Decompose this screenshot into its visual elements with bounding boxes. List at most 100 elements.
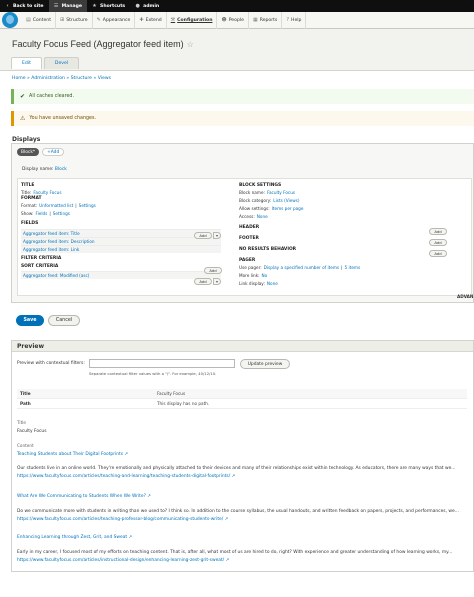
- menu-help[interactable]: ? Help: [282, 11, 307, 29]
- access-key: Access:: [239, 213, 255, 219]
- pager-link[interactable]: Display a specified number of items: [264, 265, 339, 270]
- title-key: Title:: [21, 189, 32, 195]
- access-link[interactable]: None: [257, 214, 268, 219]
- update-preview-button[interactable]: Update preview: [240, 359, 290, 369]
- menu-structure[interactable]: ⊞ Structure: [56, 11, 93, 29]
- admin-menu: ▤ Content ⊞ Structure ✎ Appearance ✚ Extend …: [0, 11, 474, 29]
- cancel-button[interactable]: Cancel: [48, 315, 80, 326]
- item-1-title-link[interactable]: Teaching Students about Their Digital Fo…: [17, 452, 123, 457]
- filter-section-heading: FILTER CRITERIA: [21, 256, 62, 261]
- item-2-text: Do we communicate more with students in …: [17, 508, 459, 514]
- reports-icon: ▦: [252, 17, 258, 23]
- add-display-button[interactable]: +Add: [42, 148, 65, 156]
- warning-message: ⚠ You have unsaved changes.: [11, 111, 474, 126]
- more-link-value[interactable]: No: [262, 273, 268, 278]
- menu-extend-label: Extend: [145, 17, 162, 23]
- menu-people[interactable]: ☻ People: [217, 11, 249, 29]
- external-link-icon: ↗: [127, 535, 133, 540]
- menu-structure-label: Structure: [66, 17, 88, 23]
- menu-extend[interactable]: ✚ Extend: [135, 11, 167, 29]
- show-link[interactable]: Fields: [35, 211, 47, 216]
- footer-add-button[interactable]: Add: [429, 239, 447, 246]
- menu-configuration[interactable]: ⚒ Configuration: [167, 11, 218, 29]
- pager-row: Use pager: Display a specified number of…: [239, 263, 444, 271]
- menu-people-label: People: [228, 17, 244, 23]
- access-row: Access: None: [239, 212, 444, 220]
- external-link-icon: ↗: [145, 494, 151, 499]
- breadcrumb[interactable]: Home » Administration » Structure » View…: [12, 76, 111, 81]
- tab-devel[interactable]: Devel: [43, 57, 80, 69]
- title-row: Title: Faculty Focus: [21, 188, 226, 196]
- item-1-text: Our students live in an online world. Th…: [17, 465, 455, 471]
- pager-key: Use pager:: [239, 264, 262, 270]
- block-category-row: Block category: Lists (Views): [239, 196, 444, 204]
- page-title-text: Faculty Focus Feed (Aggregator feed item…: [12, 39, 184, 49]
- shortcut-star-icon[interactable]: ☆: [187, 40, 194, 49]
- preview-filter-input[interactable]: [89, 359, 235, 368]
- field-item-description[interactable]: Aggregator feed item: Description: [21, 237, 221, 245]
- filter-add-button[interactable]: Add: [204, 267, 222, 274]
- link-display-value[interactable]: None: [267, 281, 278, 286]
- item-2-title-link[interactable]: What Are We Communicating to Students Wh…: [17, 494, 146, 499]
- result-title-label-text: Title: [17, 420, 26, 425]
- item-3-title-link[interactable]: Enhancing Learning through Zest, Grit, a…: [17, 535, 127, 540]
- title-link[interactable]: Faculty Focus: [33, 190, 61, 195]
- field-item-title[interactable]: Aggregator feed item: Title: [21, 229, 221, 237]
- sort-section-heading: SORT CRITERIA: [21, 264, 59, 269]
- item-3-url-link[interactable]: https://www.facultyfocus.com/articles/in…: [17, 558, 224, 563]
- preview-info-table: Title Faculty Focus Path This display ha…: [17, 389, 467, 409]
- list-item: Teaching Students about Their Digital Fo…: [17, 451, 128, 457]
- field-item-link[interactable]: Aggregator feed item: Link: [21, 245, 221, 253]
- block-category-link[interactable]: Lists (Views): [273, 198, 299, 203]
- show-settings-link[interactable]: Settings: [53, 211, 70, 216]
- table-row: Title Faculty Focus: [17, 389, 467, 399]
- item-3-link: https://www.facultyfocus.com/articles/in…: [17, 557, 229, 563]
- info-key-path: Path: [20, 401, 31, 406]
- result-title-label: Title: [17, 420, 26, 426]
- tab-edit[interactable]: Edit: [11, 57, 42, 69]
- wrench-icon: ⚒: [170, 17, 176, 23]
- format-row: Format: Unformatted list | Settings: [21, 201, 226, 209]
- sort-item[interactable]: Aggregator feed: Modified (asc): [21, 271, 221, 279]
- preview-heading: Preview: [12, 341, 473, 352]
- format-link[interactable]: Unformatted list: [39, 203, 73, 208]
- menu-content[interactable]: ▤ Content: [22, 11, 57, 29]
- advanced-section-toggle[interactable]: ADVAN: [457, 294, 473, 299]
- block-name-link[interactable]: Faculty Focus: [267, 190, 295, 195]
- user-icon: ●: [135, 2, 140, 9]
- appearance-icon: ✎: [96, 17, 101, 23]
- format-key: Format:: [21, 202, 38, 208]
- manage-tab[interactable]: ☰ Manage: [48, 0, 88, 12]
- page-title: Faculty Focus Feed (Aggregator feed item…: [12, 39, 194, 49]
- menu-reports-label: Reports: [259, 17, 278, 23]
- header-section-heading: HEADER: [239, 225, 260, 230]
- shortcuts-tab[interactable]: ★ Shortcuts: [87, 0, 130, 12]
- fields-add-dropdown[interactable]: ▾: [213, 232, 221, 239]
- display-name-link[interactable]: Block: [55, 167, 67, 172]
- format-settings-link[interactable]: Settings: [79, 203, 96, 208]
- save-button[interactable]: Save: [16, 315, 44, 326]
- result-title-value: Faculty Focus: [17, 428, 46, 434]
- more-link-key: More link:: [239, 272, 260, 278]
- info-value-path: This display has no path.: [157, 401, 210, 406]
- external-link-icon: ↗: [230, 474, 236, 479]
- sort-add-button[interactable]: Add: [194, 278, 212, 285]
- menu-appearance[interactable]: ✎ Appearance: [93, 11, 136, 29]
- item-1-url-link[interactable]: https://www.facultyfocus.com/articles/te…: [17, 474, 230, 479]
- drupal-logo-icon[interactable]: [2, 12, 18, 28]
- fields-add-button[interactable]: Add: [194, 232, 212, 239]
- menu-icon: ☰: [53, 2, 59, 9]
- pager-items-link[interactable]: 5 items: [345, 265, 361, 270]
- menu-reports[interactable]: ▦ Reports: [249, 11, 283, 29]
- result-content-label: Content: [17, 443, 34, 449]
- user-tab[interactable]: ● admin: [130, 0, 164, 12]
- no-results-add-button[interactable]: Add: [429, 250, 447, 257]
- header-add-button[interactable]: Add: [429, 228, 447, 235]
- display-tab-block[interactable]: Block*: [17, 148, 40, 156]
- item-2-url-link[interactable]: https://www.facultyfocus.com/articles/te…: [17, 517, 223, 522]
- allow-settings-link[interactable]: Items per page: [272, 206, 304, 211]
- footer-section-heading: FOOTER: [239, 236, 259, 241]
- back-to-site-link[interactable]: ‹ Back to site: [0, 0, 49, 12]
- sort-add-dropdown[interactable]: ▾: [213, 278, 221, 285]
- result-content-label-text: Content: [17, 443, 34, 448]
